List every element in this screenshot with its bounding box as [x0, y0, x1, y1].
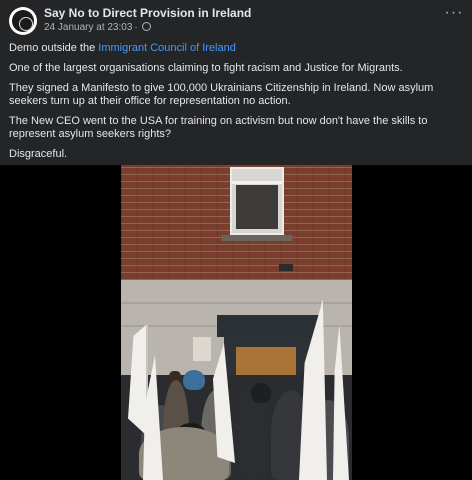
- post-paragraph-5: Disgraceful.: [9, 148, 68, 160]
- window-pane: [236, 185, 278, 229]
- page-avatar[interactable]: [9, 7, 37, 35]
- meta-separator: ·: [134, 22, 138, 33]
- globe-icon[interactable]: [141, 21, 151, 31]
- post-author-name[interactable]: Say No to Direct Provision in Ireland: [44, 6, 251, 20]
- avatar-logo-icon: [12, 10, 34, 32]
- avatar-ring-icon: [19, 17, 33, 31]
- post-text: Demo outside the Immigrant Council of Ir…: [9, 42, 464, 168]
- post-header: Say No to Direct Provision in Ireland 24…: [0, 0, 472, 38]
- post-paragraph-3: They signed a Manifesto to give 100,000 …: [9, 82, 434, 107]
- post-paragraph-1: Demo outside the Immigrant Council of Ir…: [9, 42, 464, 55]
- immigrant-council-link[interactable]: Immigrant Council of Ireland: [98, 42, 236, 54]
- person-head: [183, 370, 205, 390]
- more-options-button[interactable]: ···: [444, 5, 464, 21]
- door-canopy: [217, 315, 322, 337]
- person-head: [251, 383, 271, 403]
- building-window: [230, 167, 284, 235]
- video-frame: [121, 165, 352, 480]
- post-meta: 24 January at 23:03 ·: [44, 21, 151, 33]
- wall-plaque: [193, 337, 211, 361]
- post-paragraph-4: The New CEO went to the USA for training…: [9, 115, 428, 140]
- paragraph-1-prefix: Demo outside the: [9, 42, 99, 54]
- post-paragraph-2: One of the largest organisations claimin…: [9, 62, 403, 74]
- post-video[interactable]: [0, 165, 472, 480]
- window-sill: [222, 235, 292, 241]
- stone-line: [121, 302, 352, 304]
- post-date[interactable]: 24 January at 23:03: [44, 22, 132, 33]
- security-camera: [279, 264, 293, 271]
- window-bar: [232, 181, 282, 184]
